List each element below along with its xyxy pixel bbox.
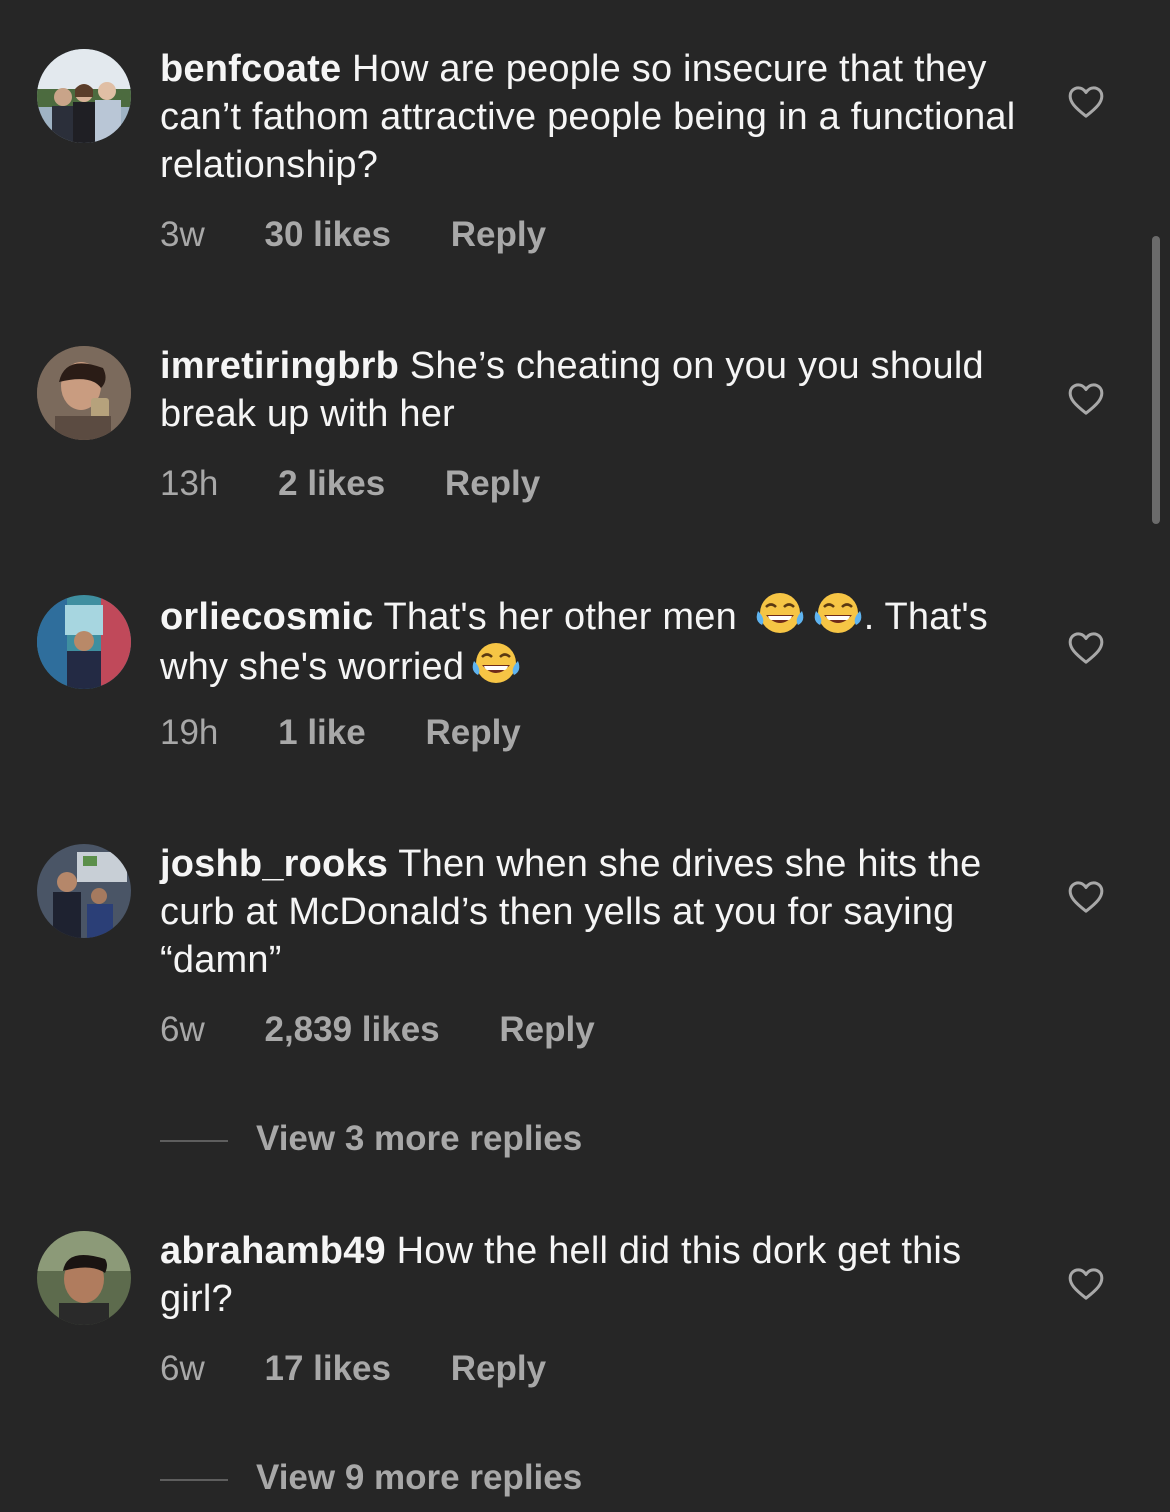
comment-text: That's her other men (373, 596, 748, 638)
comment-meta: 6w 17 likes Reply (160, 1349, 546, 1389)
comment-username[interactable]: benfcoate (160, 48, 341, 90)
reply-button[interactable]: Reply (445, 464, 540, 504)
comment-username[interactable]: imretiringbrb (160, 345, 399, 387)
comment-likes[interactable]: 17 likes (264, 1349, 391, 1389)
comment-meta: 13h 2 likes Reply (160, 464, 540, 504)
comment-likes[interactable]: 2 likes (278, 464, 385, 504)
comment-body: abrahamb49 How the hell did this dork ge… (160, 1227, 1020, 1323)
view-more-replies-button[interactable]: View 3 more replies (160, 1119, 582, 1159)
view-more-replies-button[interactable]: View 9 more replies (160, 1458, 582, 1498)
comment-likes[interactable]: 30 likes (264, 215, 391, 255)
heart-outline-icon[interactable] (1066, 877, 1106, 917)
avatar[interactable] (37, 595, 131, 689)
comment-likes[interactable]: 1 like (278, 713, 366, 753)
comment-time: 6w (160, 1349, 205, 1388)
comment-username[interactable]: orliecosmic (160, 596, 373, 638)
face-with-tears-of-joy-emoji (754, 591, 806, 635)
comment-likes[interactable]: 2,839 likes (264, 1010, 439, 1050)
comment-meta: 3w 30 likes Reply (160, 215, 546, 255)
heart-outline-icon[interactable] (1066, 1264, 1106, 1304)
reply-button[interactable]: Reply (451, 1349, 546, 1389)
comment-time: 19h (160, 713, 219, 752)
avatar[interactable] (37, 49, 131, 143)
heart-outline-icon[interactable] (1066, 379, 1106, 419)
heart-outline-icon[interactable] (1066, 628, 1106, 668)
avatar[interactable] (37, 844, 131, 938)
avatar[interactable] (37, 346, 131, 440)
face-with-tears-of-joy-emoji (470, 641, 522, 685)
face-with-tears-of-joy-emoji (812, 591, 864, 635)
comment-time: 6w (160, 1010, 205, 1049)
comment-body: joshb_rooks Then when she drives she hit… (160, 840, 1020, 984)
reply-button[interactable]: Reply (451, 215, 546, 255)
reply-button[interactable]: Reply (499, 1010, 594, 1050)
scrollbar[interactable] (1152, 236, 1160, 524)
reply-button[interactable]: Reply (425, 713, 520, 753)
comment-body: benfcoate How are people so insecure tha… (160, 45, 1020, 189)
comment-body: orliecosmic That's her other men . That'… (160, 591, 1020, 691)
comment-username[interactable]: joshb_rooks (160, 843, 388, 885)
replies-divider-line (160, 1478, 228, 1481)
replies-divider-line (160, 1139, 228, 1142)
comment-time: 13h (160, 464, 219, 503)
avatar[interactable] (37, 1231, 131, 1325)
comment-meta: 19h 1 like Reply (160, 713, 521, 753)
view-more-replies-label[interactable]: View 9 more replies (256, 1458, 582, 1497)
view-more-replies-label[interactable]: View 3 more replies (256, 1119, 582, 1158)
heart-outline-icon[interactable] (1066, 82, 1106, 122)
comment-username[interactable]: abrahamb49 (160, 1230, 386, 1272)
comment-time: 3w (160, 215, 205, 254)
comment-meta: 6w 2,839 likes Reply (160, 1010, 595, 1050)
comment-body: imretiringbrb She’s cheating on you you … (160, 342, 1020, 438)
